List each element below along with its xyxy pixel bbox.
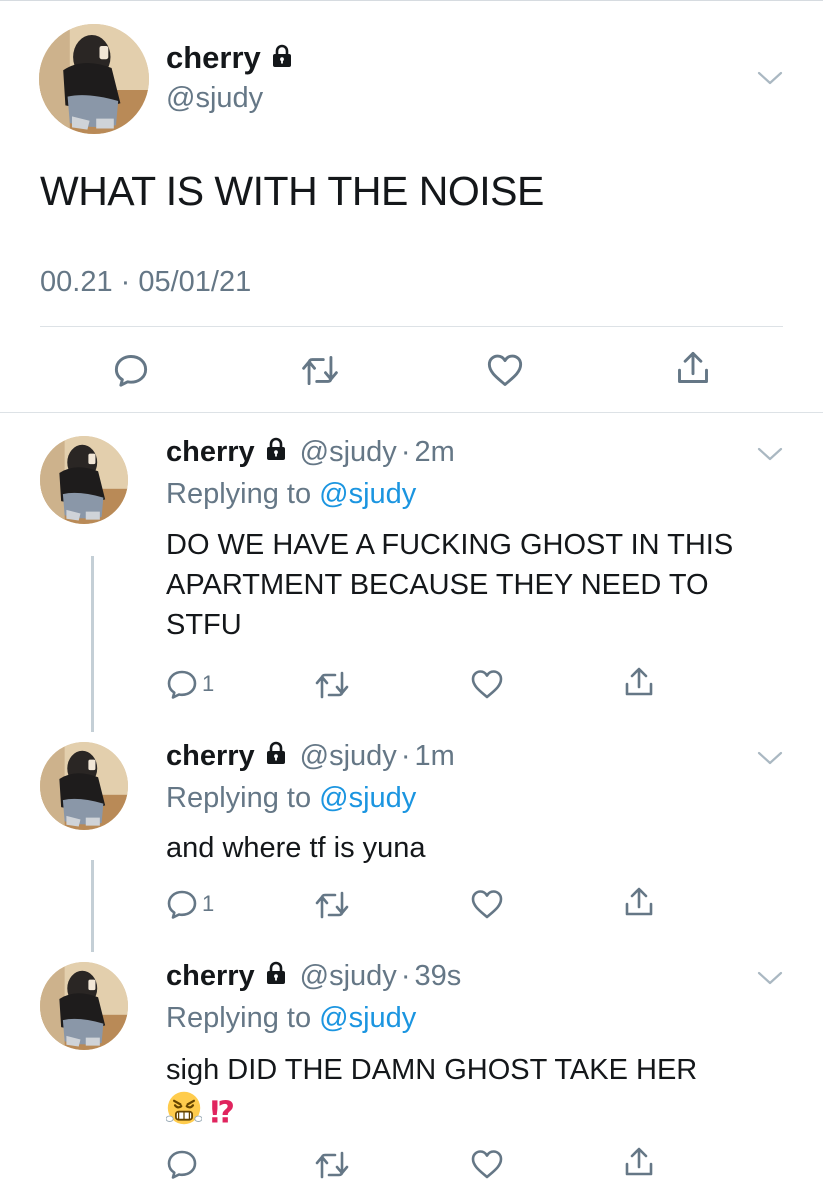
mention-link[interactable]: @sjudy <box>319 1002 416 1034</box>
avatar[interactable] <box>40 742 128 830</box>
thread-line <box>91 860 94 952</box>
author-handle[interactable]: @sjudy <box>300 740 397 773</box>
divider <box>0 412 823 413</box>
lock-icon <box>264 740 288 773</box>
like-icon <box>470 888 504 920</box>
reply-icon <box>113 352 149 388</box>
chevron-down-icon[interactable] <box>757 446 783 462</box>
reply-text-content: sigh DID THE DAMN GHOST TAKE HER <box>166 1054 698 1086</box>
share-button[interactable] <box>623 666 655 698</box>
avatar[interactable] <box>40 436 128 524</box>
reply-header[interactable]: cherry @sjudy · 2m <box>166 436 455 469</box>
reply-text: DO WE HAVE A FUCKING GHOST IN THIS APART… <box>166 529 734 641</box>
replying-to-label: Replying to <box>166 1002 320 1034</box>
reply-icon <box>166 888 198 920</box>
author-display-name[interactable]: cherry <box>166 740 255 773</box>
reply-header[interactable]: cherry @sjudy · 1m <box>166 740 455 773</box>
retweet-icon <box>300 353 340 388</box>
replying-to-line: Replying to @sjudy <box>166 782 416 815</box>
author-handle[interactable]: @sjudy <box>300 960 397 993</box>
avatar[interactable] <box>40 962 128 1050</box>
retweet-button[interactable] <box>314 889 350 921</box>
chevron-down-icon[interactable] <box>757 70 783 86</box>
avatar[interactable] <box>39 24 149 134</box>
author-display-name[interactable]: cherry <box>166 960 255 993</box>
reply-icon <box>166 1148 198 1180</box>
reply-button[interactable] <box>166 1148 198 1180</box>
lock-icon <box>264 436 288 469</box>
author-name-row[interactable]: cherry <box>166 40 294 76</box>
retweet-icon <box>314 889 350 921</box>
interrobang-emoji-icon: ⁉ <box>210 1096 235 1130</box>
retweet-icon <box>314 669 350 701</box>
divider <box>40 326 783 327</box>
top-divider <box>0 0 823 1</box>
replying-to-line: Replying to @sjudy <box>166 1002 416 1035</box>
replying-to-line: Replying to @sjudy <box>166 478 416 511</box>
share-button[interactable] <box>623 886 655 918</box>
like-button[interactable] <box>470 888 504 920</box>
mention-link[interactable]: @sjudy <box>319 478 416 510</box>
retweet-button[interactable] <box>300 353 340 388</box>
reply-button[interactable]: 1 <box>166 668 214 700</box>
reply-button[interactable]: 1 <box>166 888 214 920</box>
share-icon <box>623 1146 655 1178</box>
reply-emoji-line: ⁉ <box>166 1090 786 1137</box>
separator-dot: · <box>400 960 411 992</box>
chevron-down-icon[interactable] <box>757 970 783 986</box>
separator-dot: · <box>400 740 411 772</box>
replying-to-label: Replying to <box>166 782 320 814</box>
share-icon <box>623 886 655 918</box>
reply-time[interactable]: 1m <box>414 740 454 773</box>
lock-icon <box>264 960 288 993</box>
share-icon <box>623 666 655 698</box>
replying-to-label: Replying to <box>166 478 320 510</box>
reply-text: and where tf is yuna <box>166 832 426 864</box>
like-icon <box>486 352 524 388</box>
reply-count: 1 <box>202 891 215 916</box>
share-icon <box>675 350 711 386</box>
like-icon <box>470 1148 504 1180</box>
tweet-text: WHAT IS WITH THE NOISE <box>40 168 544 214</box>
author-handle[interactable]: @sjudy <box>300 436 397 469</box>
thread-line <box>91 556 94 732</box>
author-handle[interactable]: @sjudy <box>166 82 263 115</box>
like-button[interactable] <box>486 352 524 388</box>
reply-header[interactable]: cherry @sjudy · 39s <box>166 960 461 993</box>
lock-icon <box>270 40 294 76</box>
share-button[interactable] <box>623 1146 655 1178</box>
reply-text: sigh DID THE DAMN GHOST TAKE HER <box>166 1050 786 1090</box>
separator-dot: · <box>400 436 411 468</box>
reply-count: 1 <box>202 671 215 696</box>
like-icon <box>470 668 504 700</box>
author-display-name[interactable]: cherry <box>166 436 255 469</box>
reply-time[interactable]: 39s <box>414 960 461 993</box>
share-button[interactable] <box>675 350 711 386</box>
retweet-button[interactable] <box>314 1149 350 1181</box>
mention-link[interactable]: @sjudy <box>319 782 416 814</box>
reply-icon <box>166 668 198 700</box>
reply-time[interactable]: 2m <box>414 436 454 469</box>
chevron-down-icon[interactable] <box>757 750 783 766</box>
author-display-name[interactable]: cherry <box>166 40 261 76</box>
reply-button[interactable] <box>113 352 149 388</box>
like-button[interactable] <box>470 668 504 700</box>
like-button[interactable] <box>470 1148 504 1180</box>
retweet-button[interactable] <box>314 669 350 701</box>
angry-face-emoji-icon <box>166 1090 202 1137</box>
tweet-timestamp[interactable]: 00.21 · 05/01/21 <box>40 266 251 299</box>
retweet-icon <box>314 1149 350 1181</box>
